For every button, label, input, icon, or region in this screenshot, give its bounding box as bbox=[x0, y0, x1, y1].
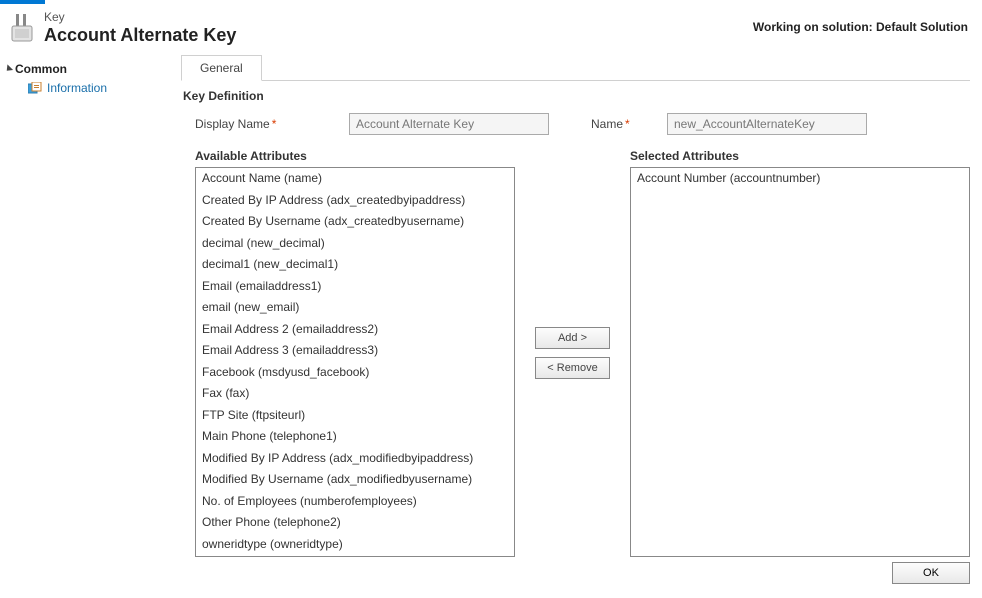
solution-context: Working on solution: Default Solution bbox=[753, 20, 968, 34]
page-subtitle: Key bbox=[44, 10, 236, 24]
list-item[interactable]: Main Phone (telephone1) bbox=[196, 426, 514, 448]
list-item[interactable]: decimal (new_decimal) bbox=[196, 233, 514, 255]
section-heading: Key Definition bbox=[183, 89, 970, 103]
sidebar-item-information[interactable]: Information bbox=[6, 78, 179, 98]
list-item[interactable]: Account Number (accountnumber) bbox=[631, 168, 969, 190]
list-item[interactable]: Other Phone (telephone2) bbox=[196, 512, 514, 534]
name-field[interactable] bbox=[667, 113, 867, 135]
display-name-field[interactable] bbox=[349, 113, 549, 135]
list-item[interactable]: Fax (fax) bbox=[196, 383, 514, 405]
list-item[interactable]: Modified By Username (adx_modifiedbyuser… bbox=[196, 469, 514, 491]
list-item[interactable]: Created By IP Address (adx_createdbyipad… bbox=[196, 190, 514, 212]
list-item[interactable]: Email Address 3 (emailaddress3) bbox=[196, 340, 514, 362]
list-item[interactable]: Account Name (name) bbox=[196, 168, 514, 190]
list-item[interactable]: owneridtype (owneridtype) bbox=[196, 534, 514, 556]
key-icon bbox=[10, 14, 34, 42]
sidebar: Common Information bbox=[0, 54, 179, 592]
ok-button[interactable]: OK bbox=[892, 562, 970, 584]
tab-strip: General bbox=[181, 54, 970, 81]
name-label: Name* bbox=[591, 117, 661, 131]
collapse-icon bbox=[4, 64, 13, 73]
sidebar-item-label: Information bbox=[47, 81, 107, 95]
selected-attributes-listbox[interactable]: Account Number (accountnumber) bbox=[630, 167, 970, 557]
list-item[interactable]: Created By Username (adx_createdbyuserna… bbox=[196, 211, 514, 233]
display-name-label: Display Name* bbox=[195, 117, 343, 131]
list-item[interactable]: No. of Employees (numberofemployees) bbox=[196, 491, 514, 513]
list-item[interactable]: Email Address 2 (emailaddress2) bbox=[196, 319, 514, 341]
list-item[interactable]: decimal1 (new_decimal1) bbox=[196, 254, 514, 276]
list-item[interactable]: Modified By IP Address (adx_modifiedbyip… bbox=[196, 448, 514, 470]
available-attributes-listbox[interactable]: Account Name (name)Created By IP Address… bbox=[195, 167, 515, 557]
remove-button[interactable]: < Remove bbox=[535, 357, 610, 379]
list-item[interactable]: Shares Outstanding (sharesoutstanding) bbox=[196, 555, 514, 557]
tab-general[interactable]: General bbox=[181, 55, 262, 81]
list-item[interactable]: Email (emailaddress1) bbox=[196, 276, 514, 298]
page-title: Account Alternate Key bbox=[44, 24, 236, 46]
list-item[interactable]: email (new_email) bbox=[196, 297, 514, 319]
list-item[interactable]: Facebook (msdyusd_facebook) bbox=[196, 362, 514, 384]
page-header: Key Account Alternate Key Working on sol… bbox=[0, 4, 982, 54]
available-attributes-label: Available Attributes bbox=[195, 149, 515, 163]
sidebar-group-common[interactable]: Common bbox=[6, 60, 179, 78]
form-row-display-name: Display Name* Name* bbox=[195, 113, 970, 135]
selected-attributes-label: Selected Attributes bbox=[630, 149, 970, 163]
add-button[interactable]: Add > bbox=[535, 327, 610, 349]
list-item[interactable]: FTP Site (ftpsiteurl) bbox=[196, 405, 514, 427]
content-area: General Key Definition Display Name* Nam… bbox=[179, 54, 982, 592]
info-icon bbox=[28, 82, 42, 94]
